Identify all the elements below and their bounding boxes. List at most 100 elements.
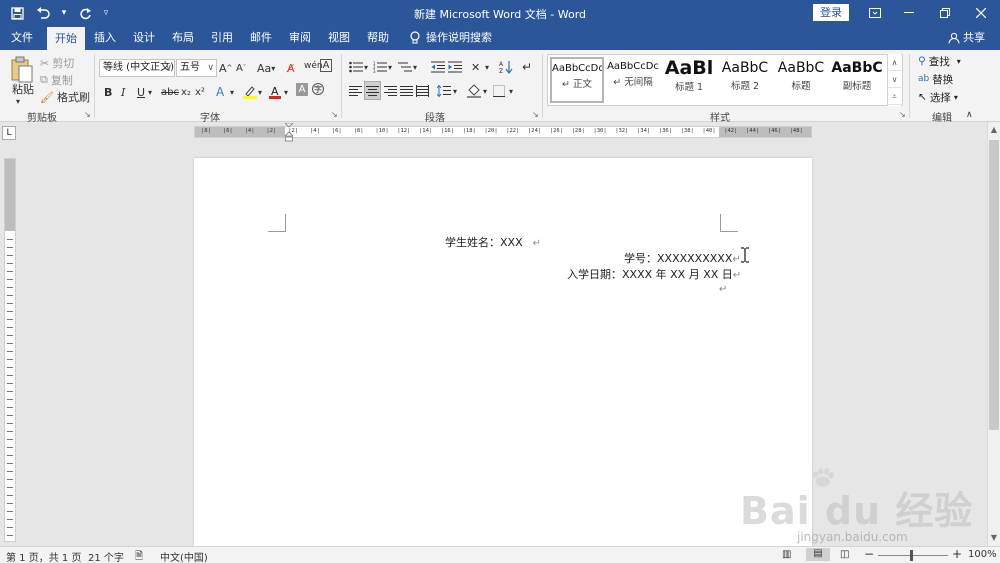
multilevel-list-icon[interactable] — [398, 58, 412, 76]
login-button[interactable]: 登录 — [813, 4, 849, 21]
italic-icon[interactable]: I — [121, 83, 125, 101]
select-button[interactable]: ↖ 选择 ▾ — [918, 89, 958, 105]
shading-icon[interactable] — [467, 82, 481, 100]
vertical-ruler[interactable] — [4, 158, 16, 542]
scroll-thumb[interactable] — [989, 140, 999, 430]
show-hide-marks-icon[interactable]: ↵ — [522, 58, 532, 76]
style-heading-1[interactable]: AaBl 标题 1 — [662, 57, 716, 103]
vertical-scrollbar[interactable]: ▲ ▼ — [987, 122, 1000, 546]
highlight-dropdown-icon[interactable]: ▾ — [258, 83, 262, 101]
replace-button[interactable]: ab 替换 — [918, 71, 953, 87]
bullets-icon[interactable] — [349, 58, 363, 76]
tab-layout[interactable]: 布局 — [166, 26, 200, 50]
subscript-icon[interactable]: x₂ — [181, 83, 191, 101]
change-case-button[interactable]: Aa ▾ — [257, 59, 275, 77]
collapse-ribbon-icon[interactable]: ∧ — [966, 106, 973, 124]
scroll-down-icon[interactable]: ▼ — [988, 532, 1000, 544]
style-no-spacing[interactable]: AaBbCcDc ↵ 无间隔 — [606, 57, 660, 103]
align-center-icon[interactable] — [364, 81, 381, 100]
web-layout-icon[interactable]: ◫ — [840, 549, 849, 560]
indent-marker-icon[interactable] — [285, 123, 293, 143]
numbering-icon[interactable]: 123 — [373, 58, 387, 76]
text-effects-dropdown-icon[interactable]: ▾ — [230, 83, 234, 101]
borders-dropdown-icon[interactable]: ▾ — [509, 82, 513, 100]
increase-indent-icon[interactable] — [448, 58, 462, 76]
tab-mailings[interactable]: 邮件 — [244, 26, 278, 50]
chinese-layout-icon[interactable]: ✕ — [471, 58, 480, 76]
distributed-icon[interactable] — [416, 82, 429, 100]
save-icon[interactable] — [6, 3, 28, 23]
character-shading-icon[interactable]: A — [296, 83, 308, 96]
clipboard-launcher-icon[interactable]: ↘ — [84, 110, 91, 119]
copy-button[interactable]: ⧉ 复制 — [40, 71, 73, 89]
align-left-icon[interactable] — [349, 82, 362, 100]
zoom-slider[interactable] — [878, 555, 948, 556]
style-heading-2[interactable]: AaBbC 标题 2 — [718, 57, 772, 103]
student-id-line[interactable]: 学号：XXXXXXXXXX↵ — [624, 250, 741, 266]
font-size-combo[interactable]: 五号 ∨ — [176, 59, 217, 77]
text-effects-icon[interactable]: A — [216, 83, 224, 101]
font-launcher-icon[interactable]: ↘ — [331, 110, 338, 119]
borders-icon[interactable] — [493, 82, 505, 100]
numbering-dropdown-icon[interactable]: ▾ — [388, 58, 392, 76]
zoom-level[interactable]: 100% — [968, 549, 997, 560]
close-icon[interactable] — [964, 0, 998, 26]
zoom-slider-thumb[interactable] — [910, 550, 913, 561]
document-page[interactable]: 学生姓名：XXX ↵ 学号：XXXXXXXXXX↵ 入学日期：XXXX 年 XX … — [194, 158, 812, 548]
redo-icon[interactable] — [74, 3, 96, 23]
superscript-icon[interactable]: x² — [195, 83, 205, 101]
tab-help[interactable]: 帮助 — [361, 26, 395, 50]
shading-dropdown-icon[interactable]: ▾ — [483, 82, 487, 100]
bold-icon[interactable]: B — [104, 83, 112, 101]
student-name-line[interactable]: 学生姓名：XXX ↵ — [445, 234, 541, 250]
shrink-font-icon[interactable]: Aˇ — [236, 59, 246, 77]
language-indicator[interactable]: 中文(中国) — [160, 549, 208, 563]
style-subtitle[interactable]: AaBbC 副标题 — [830, 57, 884, 103]
zoom-out-icon[interactable]: − — [864, 547, 874, 561]
scroll-up-icon[interactable]: ▲ — [988, 124, 1000, 136]
tab-home[interactable]: 开始 — [47, 27, 85, 50]
underline-icon[interactable]: U — [137, 83, 145, 101]
line-spacing-dropdown-icon[interactable]: ▾ — [453, 82, 457, 100]
word-count[interactable]: 21 个字 — [88, 549, 124, 563]
gallery-up-icon[interactable]: ∧ — [888, 54, 901, 71]
style-title[interactable]: AaBbC 标题 — [774, 57, 828, 103]
format-painter-button[interactable]: 🖌 格式刷 — [40, 88, 90, 106]
font-color-icon[interactable]: A — [269, 83, 281, 101]
print-layout-icon[interactable]: ▤ — [806, 548, 830, 561]
ribbon-display-options-icon[interactable] — [858, 0, 892, 26]
zoom-in-icon[interactable]: + — [952, 547, 962, 561]
undo-icon[interactable] — [32, 3, 54, 23]
customize-qat-icon[interactable]: ▿ — [100, 3, 112, 23]
styles-launcher-icon[interactable]: ↘ — [899, 110, 906, 119]
decrease-indent-icon[interactable] — [431, 58, 445, 76]
restore-icon[interactable] — [928, 0, 962, 26]
font-name-combo[interactable]: 等线 (中文正文) ∨ — [99, 59, 175, 77]
proofing-icon[interactable]: 🗎 — [135, 549, 143, 563]
cut-button[interactable]: ✂ 剪切 — [40, 54, 74, 72]
tab-view[interactable]: 视图 — [322, 26, 356, 50]
font-color-dropdown-icon[interactable]: ▾ — [284, 83, 288, 101]
enrollment-date-line[interactable]: 入学日期：XXXX 年 XX 月 XX 日↵ — [567, 266, 741, 282]
page-count[interactable]: 第 1 页，共 1 页 — [6, 549, 81, 563]
tab-insert[interactable]: 插入 — [88, 26, 122, 50]
gallery-down-icon[interactable]: ∨ — [888, 71, 901, 88]
share-button[interactable]: 共享 — [948, 26, 985, 50]
style-normal[interactable]: AaBbCcDc ↵ 正文 — [550, 57, 604, 103]
tab-review[interactable]: 审阅 — [283, 26, 317, 50]
sort-icon[interactable]: AZ — [499, 58, 513, 76]
tab-selector[interactable]: L — [2, 126, 16, 140]
bullets-dropdown-icon[interactable]: ▾ — [364, 58, 368, 76]
read-mode-icon[interactable]: ▥ — [782, 549, 791, 560]
strikethrough-icon[interactable]: abc — [161, 83, 179, 101]
paste-dropdown-icon[interactable]: ▾ — [16, 92, 20, 110]
justify-icon[interactable] — [400, 82, 413, 100]
character-border-icon[interactable]: A — [320, 59, 332, 72]
tab-file[interactable]: 文件 — [2, 26, 42, 50]
align-right-icon[interactable] — [384, 82, 397, 100]
enclose-characters-icon[interactable]: 字 — [312, 83, 324, 95]
multilevel-dropdown-icon[interactable]: ▾ — [413, 58, 417, 76]
minimize-icon[interactable] — [892, 0, 926, 26]
chinese-layout-dropdown-icon[interactable]: ▾ — [485, 58, 489, 76]
grow-font-icon[interactable]: A ^ — [219, 59, 232, 77]
